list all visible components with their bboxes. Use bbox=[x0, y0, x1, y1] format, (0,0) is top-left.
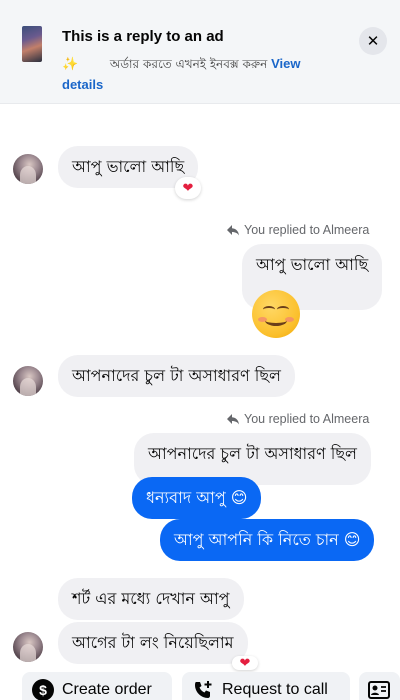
reply-arrow-icon bbox=[227, 414, 239, 425]
incoming-message[interactable]: আগের টা লং নিয়েছিলাম bbox=[58, 622, 248, 664]
create-order-button[interactable]: $ Create order bbox=[22, 672, 172, 700]
request-to-call-button[interactable]: Request to call bbox=[182, 672, 350, 700]
ad-description-text: অর্ডার করতে এখনই ইনবক্স করুন bbox=[82, 57, 272, 71]
close-icon: ✕ bbox=[366, 32, 380, 50]
close-banner-button[interactable]: ✕ bbox=[359, 27, 387, 55]
heart-reaction-icon[interactable]: ❤ bbox=[232, 656, 258, 671]
replied-label: You replied to Almeera bbox=[244, 223, 370, 237]
incoming-message[interactable]: শর্ট এর মধ্যে দেখান আপু bbox=[58, 578, 244, 620]
contact-card-icon bbox=[368, 681, 390, 699]
outgoing-message[interactable]: আপু আপনি কি নিতে চান 😊 bbox=[160, 519, 375, 561]
phone-plus-icon bbox=[195, 681, 212, 698]
ad-reply-banner: This is a reply to an ad ✨ অর্ডার করতে এ… bbox=[0, 0, 400, 104]
ad-banner-description: ✨ অর্ডার করতে এখনই ইনবক্স করুন View deta… bbox=[62, 54, 342, 95]
ad-thumbnail[interactable] bbox=[22, 26, 42, 62]
replied-indicator: You replied to Almeera bbox=[226, 223, 369, 237]
incoming-message[interactable]: আপনাদের চুল টা অসাধারণ ছিল bbox=[58, 355, 295, 397]
sparkles-icon: ✨ bbox=[62, 57, 79, 72]
reply-arrow-icon bbox=[227, 225, 239, 236]
ad-banner-title: This is a reply to an ad bbox=[62, 28, 224, 45]
request-to-call-label: Request to call bbox=[222, 681, 328, 698]
replied-label: You replied to Almeera bbox=[244, 412, 370, 426]
contact-avatar[interactable] bbox=[13, 366, 43, 396]
smiling-face-emoji[interactable] bbox=[252, 290, 300, 338]
quick-actions-bar: $ Create order Request to call bbox=[0, 672, 400, 700]
contact-avatar[interactable] bbox=[13, 632, 43, 662]
outgoing-message[interactable]: ধন্যবাদ আপু 😊 bbox=[132, 477, 262, 519]
dollar-icon: $ bbox=[32, 679, 54, 700]
contact-avatar[interactable] bbox=[13, 154, 43, 184]
create-order-label: Create order bbox=[62, 681, 152, 698]
replied-indicator: You replied to Almeera bbox=[226, 412, 369, 426]
heart-reaction-icon[interactable]: ❤ bbox=[175, 177, 201, 199]
contact-card-button[interactable] bbox=[359, 672, 400, 700]
